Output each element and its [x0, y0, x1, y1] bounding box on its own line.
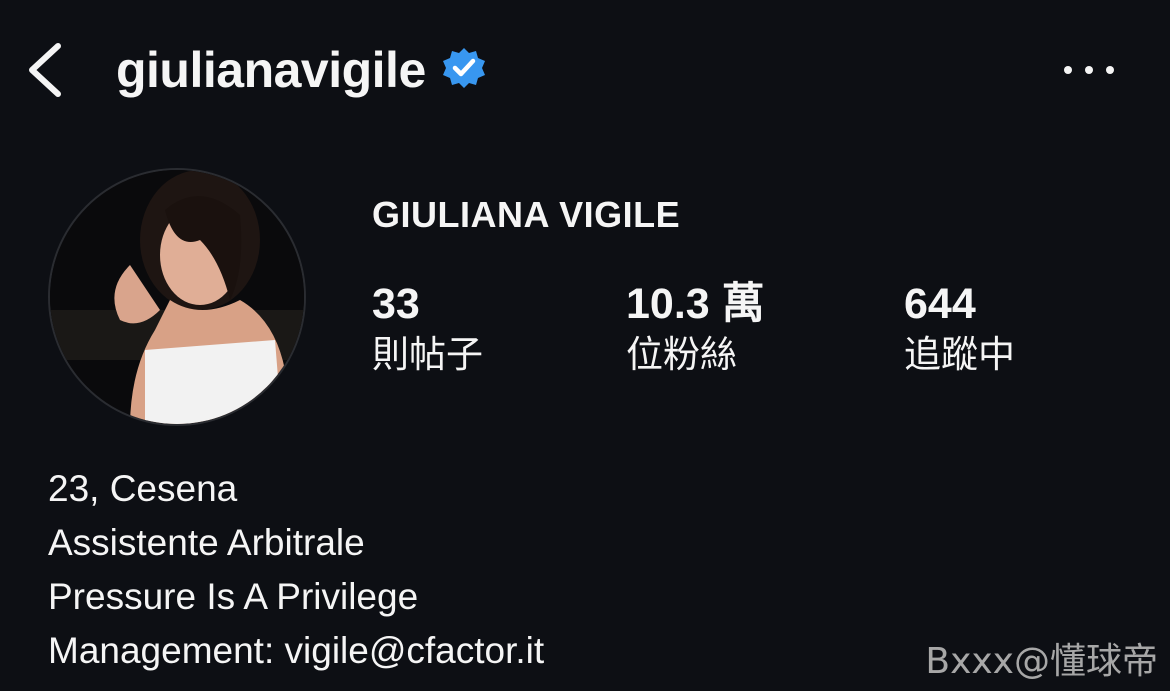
profile-bio: 23, Cesena Assistente Arbitrale Pressure… [48, 462, 544, 678]
verified-badge-icon [440, 46, 488, 94]
followers-stat[interactable]: 10.3 萬 位粉絲 [626, 278, 765, 380]
username: giulianavigile [116, 42, 426, 98]
more-options-button[interactable] [1064, 52, 1114, 88]
followers-count: 10.3 萬 [626, 280, 765, 328]
dot-icon [1064, 66, 1072, 74]
posts-count: 33 [372, 280, 420, 328]
following-count: 644 [904, 280, 976, 328]
bio-email-link[interactable]: Management: vigile@cfactor.it [48, 624, 544, 678]
display-name: GIULIANA VIGILE [372, 194, 681, 235]
bio-line: Pressure Is A Privilege [48, 576, 419, 617]
following-label: 追蹤中 [904, 333, 1015, 376]
chevron-left-icon [29, 43, 61, 97]
back-button[interactable] [24, 40, 68, 100]
dot-icon [1106, 66, 1114, 74]
profile-header: giulianavigile [0, 0, 1170, 140]
following-stat[interactable]: 644 追蹤中 [904, 278, 1015, 380]
bio-line: 23, Cesena [48, 468, 238, 509]
bio-line: Assistente Arbitrale [48, 522, 365, 563]
profile-avatar[interactable] [48, 168, 306, 426]
username-row: giulianavigile [116, 40, 488, 100]
posts-stat[interactable]: 33 則帖子 [372, 278, 483, 380]
posts-label: 則帖子 [372, 333, 483, 376]
avatar-photo [50, 170, 304, 424]
watermark: Bxxx@懂球帝 [925, 641, 1158, 682]
followers-label: 位粉絲 [626, 333, 737, 376]
dot-icon [1085, 66, 1093, 74]
